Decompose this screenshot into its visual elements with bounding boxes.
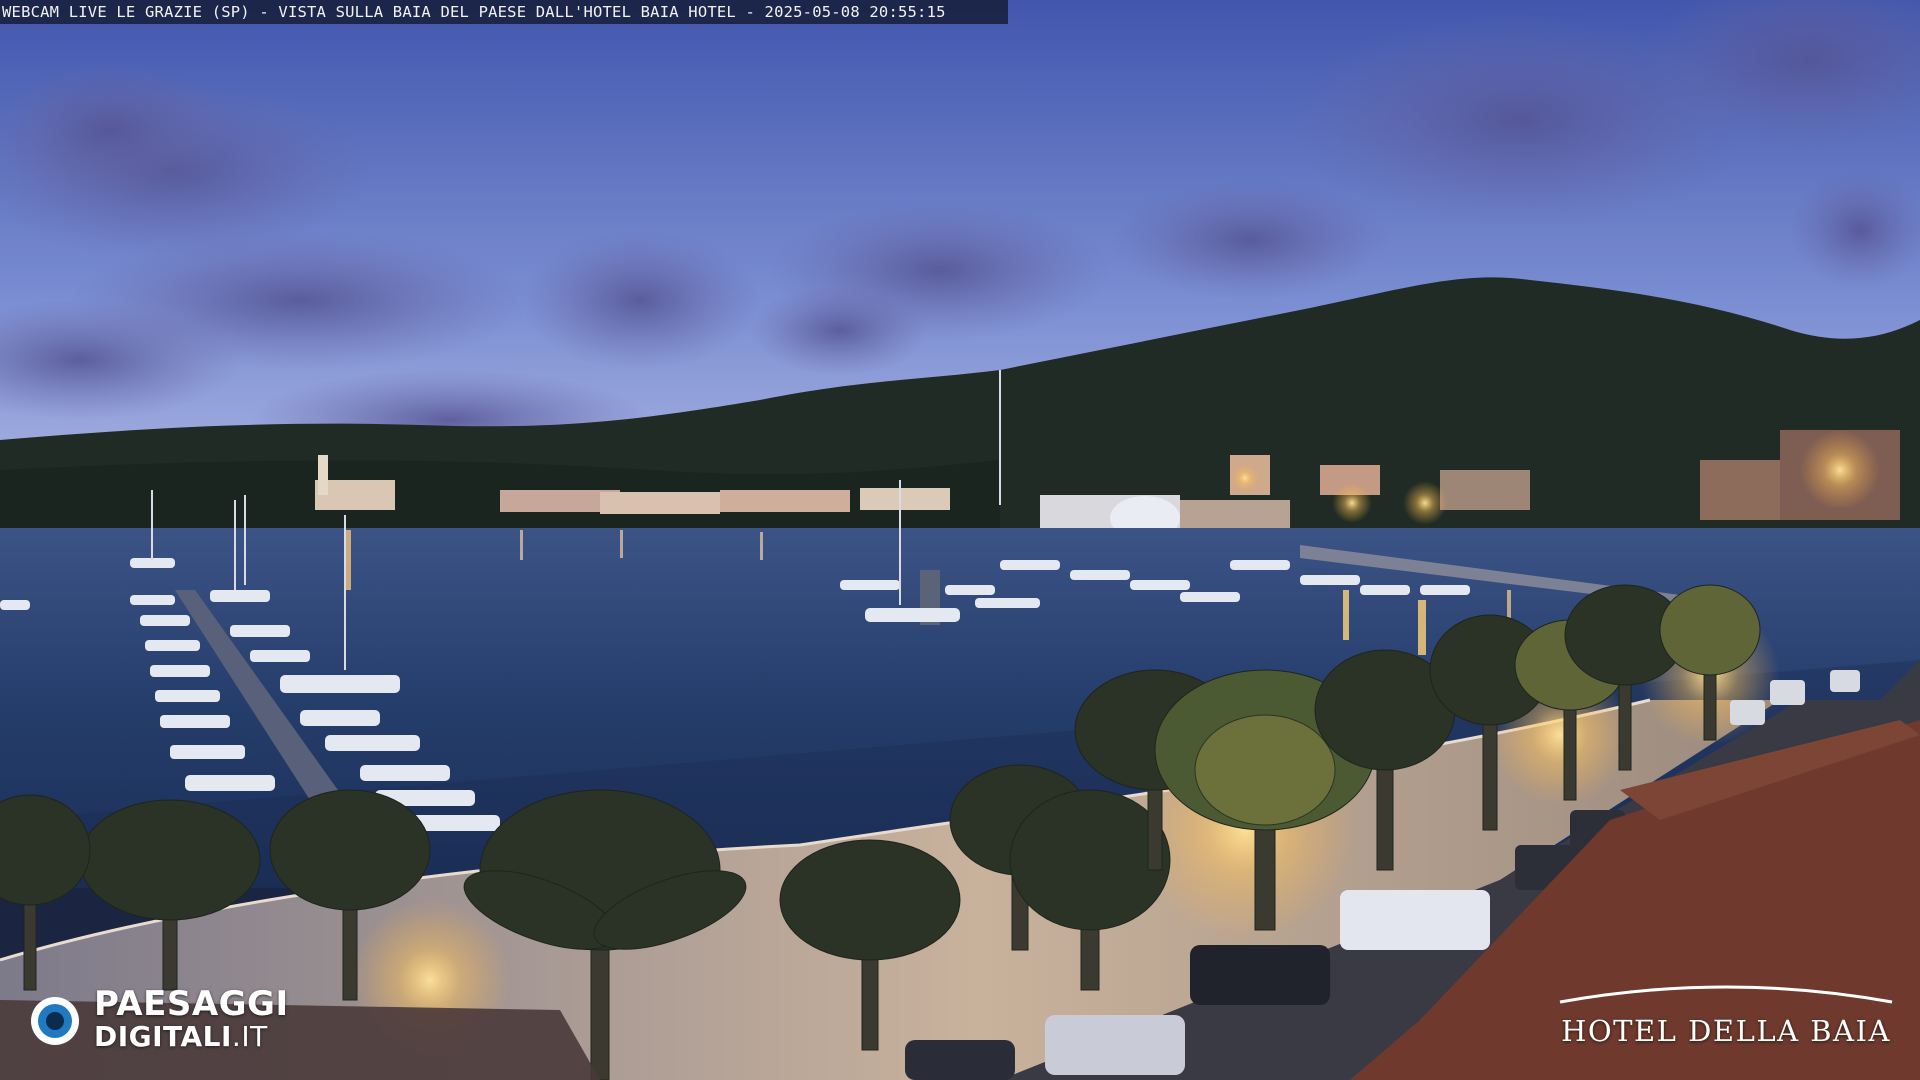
hotel-name: HOTEL DELLA BAIA — [1561, 1014, 1891, 1048]
timestamp-caption: WEBCAM LIVE LE GRAZIE (SP) - VISTA SULLA… — [0, 0, 1008, 24]
paesaggi-digitali-logo: PAESAGGI DIGITALI.IT — [26, 986, 336, 1056]
brand-line-2: DIGITALI.IT — [94, 1022, 268, 1052]
hotel-della-baia-logo: HOTEL DELLA BAIA — [1548, 980, 1904, 1050]
brand-tld: .IT — [231, 1020, 268, 1053]
brand-line-1: PAESAGGI — [94, 984, 289, 1024]
webcam-scene — [0, 0, 1920, 1080]
hotel-arc-icon — [1559, 985, 1893, 1004]
eye-camera-icon — [31, 997, 79, 1045]
brand-digitali: DIGITALI — [94, 1020, 232, 1053]
